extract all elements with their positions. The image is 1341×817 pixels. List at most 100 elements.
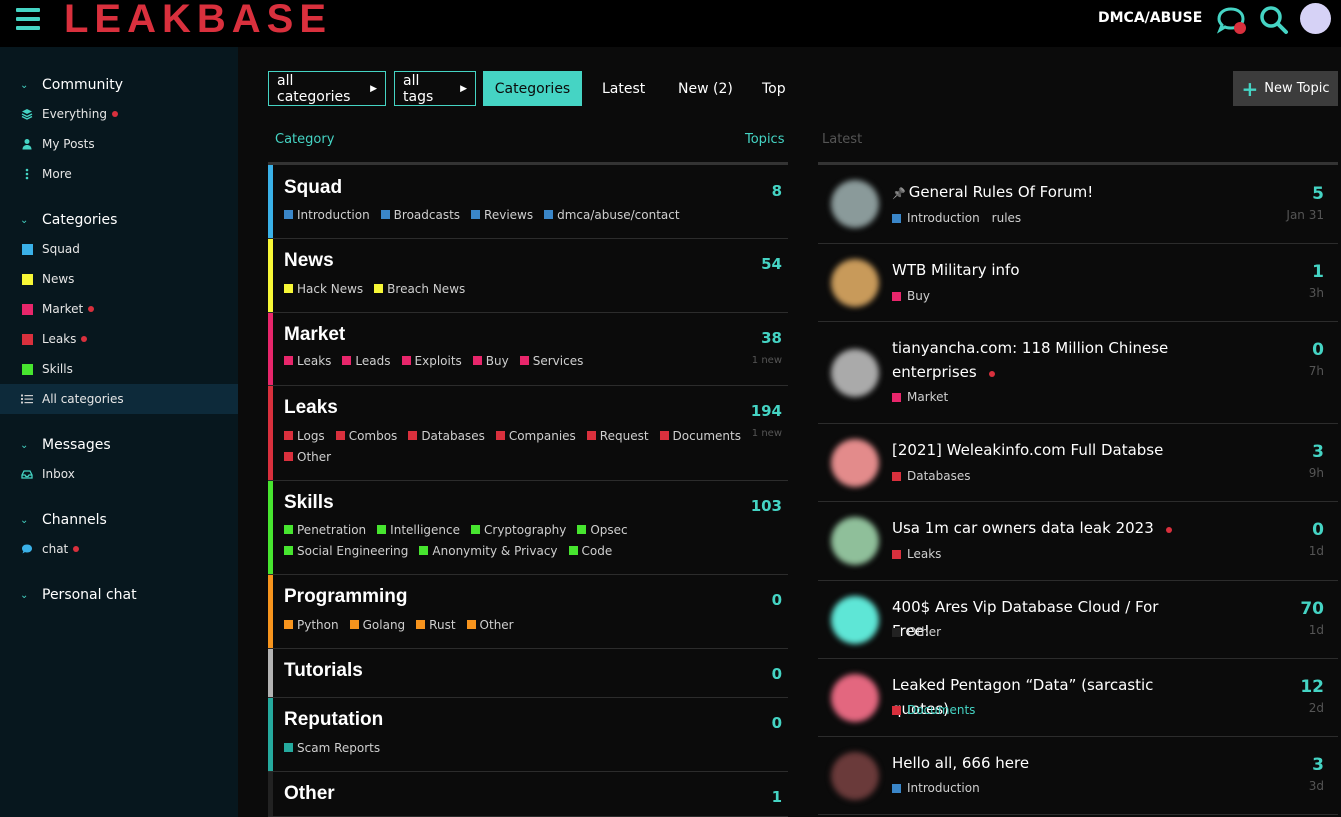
topic-thumbnail[interactable] bbox=[831, 674, 879, 722]
subcategory-link[interactable]: Social Engineering bbox=[284, 541, 408, 562]
topic-row[interactable]: Hello all, 666 here Introduction 3 3d bbox=[818, 737, 1338, 815]
category-name[interactable]: Tutorials bbox=[284, 660, 363, 682]
topic-thumbnail[interactable] bbox=[831, 180, 879, 228]
topic-age[interactable]: Jan 31 bbox=[1286, 208, 1324, 222]
topic-row[interactable]: WTB Military info Buy 1 3h bbox=[818, 244, 1338, 322]
category-name[interactable]: Programming bbox=[284, 586, 408, 608]
subcategory-link[interactable]: Combos bbox=[335, 426, 397, 447]
site-logo[interactable]: LEAKBASE bbox=[64, 0, 332, 42]
topic-row[interactable]: 📌 General Rules Of Forum! Introduction rule… bbox=[818, 165, 1338, 244]
hamburger-menu-icon[interactable] bbox=[16, 8, 40, 30]
sidebar-item-skills[interactable]: Skills bbox=[0, 354, 238, 384]
search-icon[interactable] bbox=[1259, 5, 1289, 35]
category-row[interactable]: Skills 103 Penetration Intelligence Cryptogr… bbox=[268, 481, 788, 575]
topic-category[interactable]: Leaks bbox=[892, 547, 941, 561]
subcategory-link[interactable]: Request bbox=[586, 426, 649, 447]
topic-age[interactable]: 3h bbox=[1309, 286, 1324, 300]
new-topic-button[interactable]: + New Topic bbox=[1233, 71, 1338, 106]
subcategory-link[interactable]: Other bbox=[466, 615, 514, 636]
category-name[interactable]: Squad bbox=[284, 177, 342, 199]
topic-age[interactable]: 7h bbox=[1309, 364, 1324, 378]
topic-category[interactable]: Introduction rules bbox=[892, 211, 1021, 225]
subcategory-link[interactable]: Databases bbox=[408, 426, 485, 447]
sidebar-item-more[interactable]: More bbox=[0, 159, 238, 189]
category-row[interactable]: News 54 Hack News Breach News bbox=[268, 239, 788, 313]
topic-reply-count[interactable]: 3 bbox=[1312, 755, 1324, 775]
category-name[interactable]: Skills bbox=[284, 492, 334, 514]
topic-row[interactable]: Leaked Pentagon “Data” (sarcastic quotes… bbox=[818, 659, 1338, 737]
sidebar-item-market[interactable]: Market bbox=[0, 294, 238, 324]
category-name[interactable]: Market bbox=[284, 324, 345, 346]
tab-top[interactable]: Top bbox=[754, 71, 794, 106]
topic-thumbnail[interactable] bbox=[831, 259, 879, 307]
topic-title[interactable]: [2021] Weleakinfo.com Full Databse bbox=[892, 438, 1182, 462]
topic-reply-count[interactable]: 70 bbox=[1300, 599, 1324, 619]
sidebar-section-channels[interactable]: ⌄ Channels bbox=[20, 512, 107, 528]
category-row[interactable]: Market 38 1 new Leaks Leads Exploits Buy Servic… bbox=[268, 313, 788, 386]
subcategory-link[interactable]: Rust bbox=[416, 615, 456, 636]
category-row[interactable]: Reputation 0 Scam Reports bbox=[268, 698, 788, 772]
topic-reply-count[interactable]: 0 bbox=[1312, 520, 1324, 540]
category-column-header[interactable]: Category bbox=[275, 132, 334, 147]
sidebar-item-inbox[interactable]: Inbox bbox=[0, 459, 238, 489]
topic-category[interactable]: Introduction bbox=[892, 781, 980, 795]
subcategory-link[interactable]: Reviews bbox=[471, 205, 533, 226]
topic-age[interactable]: 2d bbox=[1309, 701, 1324, 715]
dmca-abuse-link[interactable]: DMCA/ABUSE bbox=[1098, 10, 1202, 26]
category-row[interactable]: Other 1 bbox=[268, 772, 788, 817]
topic-row[interactable]: [2021] Weleakinfo.com Full Databse Databa… bbox=[818, 424, 1338, 502]
topic-category[interactable]: Buy bbox=[892, 289, 930, 303]
topics-column-header[interactable]: Topics bbox=[745, 132, 784, 147]
tab-new[interactable]: New (2) bbox=[670, 71, 741, 106]
category-name[interactable]: Other bbox=[284, 783, 335, 805]
category-row[interactable]: Tutorials 0 bbox=[268, 649, 788, 698]
sidebar-item-leaks[interactable]: Leaks bbox=[0, 324, 238, 354]
topic-age[interactable]: 9h bbox=[1309, 466, 1324, 480]
topic-thumbnail[interactable] bbox=[831, 439, 879, 487]
category-row[interactable]: Programming 0 Python Golang Rust Other bbox=[268, 575, 788, 649]
subcategory-link[interactable]: Cryptography bbox=[471, 520, 566, 541]
chat-icon[interactable] bbox=[1216, 6, 1248, 36]
topic-reply-count[interactable]: 12 bbox=[1300, 677, 1324, 697]
topic-title[interactable]: tianyancha.com: 118 Million Chinese ente… bbox=[892, 336, 1182, 384]
user-avatar[interactable] bbox=[1300, 3, 1331, 34]
sidebar-section-personal-chat[interactable]: ⌄ Personal chat bbox=[20, 587, 137, 603]
topic-category[interactable]: Other bbox=[892, 625, 941, 639]
subcategory-link[interactable]: Buy bbox=[472, 351, 509, 372]
subcategory-link[interactable]: Breach News bbox=[374, 279, 465, 300]
topic-title[interactable]: WTB Military info bbox=[892, 258, 1182, 282]
category-name[interactable]: News bbox=[284, 250, 334, 272]
subcategory-link[interactable]: Companies bbox=[495, 426, 576, 447]
sidebar-section-messages[interactable]: ⌄ Messages bbox=[20, 437, 111, 453]
all-tags-dropdown[interactable]: all tags ▶ bbox=[394, 71, 476, 106]
topic-category[interactable]: Databases bbox=[892, 469, 971, 483]
subcategory-link[interactable]: Leads bbox=[342, 351, 391, 372]
category-row[interactable]: Leaks 194 1 new Logs Combos Databases Companie… bbox=[268, 386, 788, 481]
subcategory-link[interactable]: Broadcasts bbox=[380, 205, 460, 226]
sidebar-item-news[interactable]: News bbox=[0, 264, 238, 294]
subcategory-link[interactable]: Opsec bbox=[577, 520, 628, 541]
topic-reply-count[interactable]: 1 bbox=[1312, 262, 1324, 282]
category-row[interactable]: Squad 8 Introduction Broadcasts Reviews dmca/… bbox=[268, 165, 788, 239]
subcategory-link[interactable]: Code bbox=[568, 541, 612, 562]
sidebar-item-everything[interactable]: Everything bbox=[0, 99, 238, 129]
topic-thumbnail[interactable] bbox=[831, 349, 879, 397]
topic-thumbnail[interactable] bbox=[831, 517, 879, 565]
topic-age[interactable]: 1d bbox=[1309, 623, 1324, 637]
sidebar-section-community[interactable]: ⌄ Community bbox=[20, 77, 123, 93]
topic-tag[interactable]: rules bbox=[992, 211, 1022, 225]
subcategory-link[interactable]: Golang bbox=[349, 615, 405, 636]
topic-age[interactable]: 1d bbox=[1309, 544, 1324, 558]
topic-row[interactable]: tianyancha.com: 118 Million Chinese ente… bbox=[818, 322, 1338, 424]
topic-reply-count[interactable]: 5 bbox=[1312, 184, 1324, 204]
subcategory-link[interactable]: Exploits bbox=[401, 351, 462, 372]
subcategory-link[interactable]: dmca/abuse/contact bbox=[544, 205, 680, 226]
all-categories-dropdown[interactable]: all categories ▶ bbox=[268, 71, 386, 106]
subcategory-link[interactable]: Other bbox=[284, 447, 331, 468]
sidebar-item-chat[interactable]: chat bbox=[0, 534, 238, 564]
topic-row[interactable]: Usa 1m car owners data leak 2023 Leaks 0 1d bbox=[818, 502, 1338, 581]
subcategory-link[interactable]: Leaks bbox=[284, 351, 331, 372]
subcategory-link[interactable]: Logs bbox=[284, 426, 325, 447]
subcategory-link[interactable]: Documents bbox=[659, 426, 741, 447]
sidebar-item-all-categories[interactable]: All categories bbox=[0, 384, 238, 414]
